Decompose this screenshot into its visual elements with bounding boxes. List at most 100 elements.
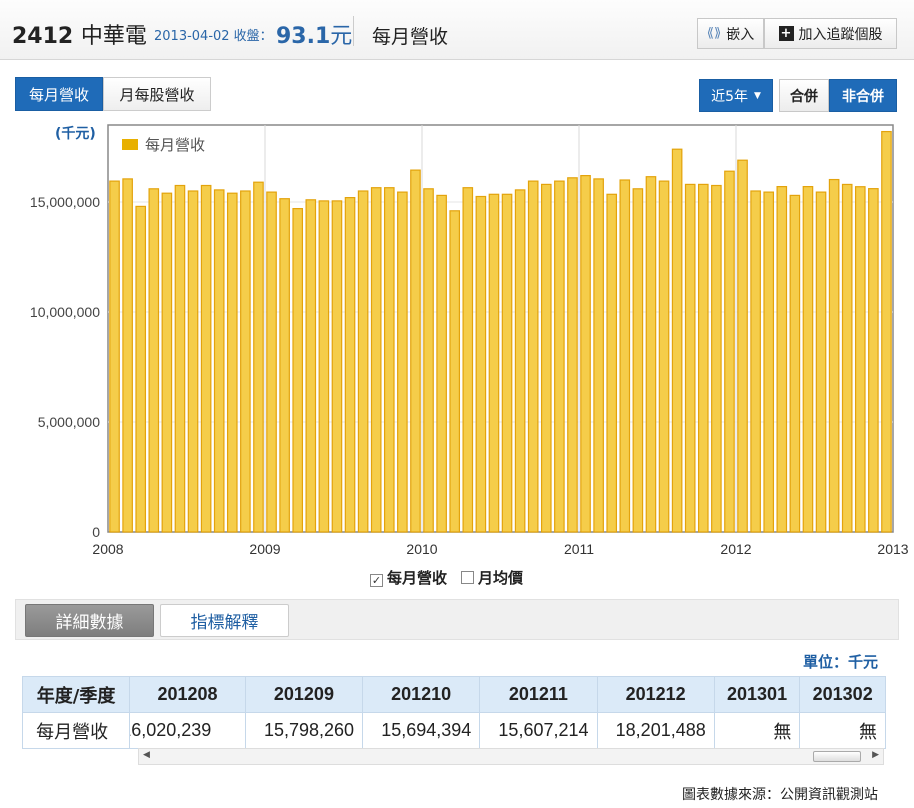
table-cell: 15,607,214: [479, 712, 598, 749]
range-dropdown[interactable]: 近5年 ▼: [699, 79, 773, 112]
revenue-bar: [383, 187, 395, 533]
add-to-watchlist-label: 加入追蹤個股: [798, 26, 883, 43]
column-header: 201208: [129, 676, 246, 713]
plot-area: [107, 124, 894, 533]
data-source-label: 圖表數據來源：公開資訊觀測站: [682, 787, 878, 803]
tab-indicator-explanation[interactable]: 指標解釋: [160, 604, 289, 637]
revenue-toggle[interactable]: ✓ 每月營收: [370, 567, 447, 588]
revenue-bar: [161, 192, 173, 533]
revenue-bar: [645, 176, 657, 533]
x-tick-label: 2008: [92, 541, 123, 557]
revenue-bar: [331, 200, 343, 533]
table-header-row: 年度/季度 201208 201209 201210 201211 201212…: [21, 676, 886, 713]
revenue-bar: [593, 178, 604, 533]
revenue-bar: [292, 207, 304, 533]
revenue-bar: [514, 189, 526, 533]
y-axis-label: (千元): [55, 125, 96, 142]
revenue-bar: [881, 130, 892, 533]
stock-name: 中華電: [80, 24, 147, 49]
table-cell: 無: [713, 712, 801, 749]
revenue-bar: [711, 184, 722, 533]
revenue-bar: [226, 192, 238, 533]
revenue-bar: [580, 174, 591, 533]
table-cell: 16,020,239: [129, 712, 246, 749]
unchecked-checkbox-icon: [461, 571, 475, 584]
revenue-bar: [841, 183, 853, 533]
revenue-bar: [240, 190, 251, 533]
revenue-bar: [684, 183, 696, 533]
revenue-bar: [449, 210, 461, 533]
page-header: 2412 中華電 2013-04-02 收盤： 93.1元 每月營收 ⟪⟫ 嵌入…: [0, 0, 914, 60]
tab-monthly-per-share[interactable]: 月每股營收: [103, 77, 211, 111]
column-header: 201209: [244, 676, 364, 713]
revenue-bar: [697, 183, 709, 533]
table-horizontal-scrollbar[interactable]: ◀ ▶: [138, 748, 884, 765]
revenue-toggle-label: 每月營收: [387, 569, 448, 587]
revenue-bar: [802, 185, 814, 533]
table-cell: 18,201,488: [596, 712, 715, 749]
revenue-bar: [475, 195, 487, 533]
y-tick-label: 5,000,000: [38, 414, 100, 430]
stock-code: 2412: [12, 24, 74, 49]
tab-detail-data[interactable]: 詳細數據: [25, 604, 154, 637]
scroll-left-arrow-icon[interactable]: ◀: [143, 750, 150, 760]
revenue-bar: [868, 188, 879, 533]
revenue-bar: [305, 199, 317, 533]
revenue-bar: [462, 187, 474, 533]
plus-icon: +: [778, 26, 794, 41]
column-header: 201211: [479, 676, 598, 713]
tab-monthly-revenue[interactable]: 每月營收: [15, 77, 103, 111]
revenue-bar: [763, 191, 775, 533]
revenue-bar: [397, 191, 408, 533]
column-header: 201301: [713, 676, 801, 713]
x-tick-label: 2013: [877, 541, 908, 557]
revenue-bar: [567, 177, 578, 533]
revenue-bar: [253, 181, 264, 533]
close-price: 93.1元: [276, 18, 352, 50]
avg-price-toggle[interactable]: 月均價: [461, 567, 523, 588]
revenue-bar: [619, 179, 631, 533]
revenue-bar: [135, 205, 147, 533]
x-tick-label: 2009: [249, 541, 280, 557]
revenue-bar: [540, 183, 552, 533]
revenue-bar: [109, 180, 120, 533]
revenue-bar: [148, 188, 160, 533]
unit-label: 單位：千元: [803, 653, 879, 671]
revenue-bar: [632, 188, 644, 533]
revenue-bar: [488, 193, 500, 533]
x-tick-label: 2012: [720, 541, 751, 557]
revenue-bar: [671, 148, 683, 533]
x-tick-label: 2010: [406, 541, 437, 557]
revenue-bar: [750, 190, 761, 533]
revenue-bar: [410, 169, 421, 533]
non-consolidated-button[interactable]: 非合併: [829, 79, 897, 112]
embed-button[interactable]: ⟪⟫ 嵌入: [697, 18, 764, 49]
consolidated-button[interactable]: 合併: [779, 79, 829, 112]
revenue-bar: [318, 200, 330, 533]
revenue-bar: [344, 196, 356, 533]
checked-checkbox-icon: ✓: [370, 574, 383, 587]
scroll-right-arrow-icon[interactable]: ▶: [872, 750, 879, 760]
revenue-bar: [174, 184, 186, 533]
range-label: 近5年: [711, 88, 748, 105]
column-header: 201302: [799, 676, 886, 713]
revenue-bar: [789, 194, 801, 533]
y-tick-label: 0: [92, 524, 100, 540]
close-price-unit: 元: [330, 24, 353, 49]
revenue-bar: [776, 185, 788, 533]
x-tick-label: 2011: [564, 541, 594, 557]
legend-swatch: [122, 139, 138, 150]
revenue-bar: [200, 184, 212, 533]
revenue-chart: 2008 2009 2010 2011 2012 2013 0 5,000,000 10,000…: [30, 124, 909, 557]
column-header: 201212: [596, 676, 715, 713]
revenue-bar: [815, 191, 827, 533]
revenue-bar: [423, 188, 434, 533]
column-header: 201210: [362, 676, 481, 713]
add-to-watchlist-button[interactable]: + 加入追蹤個股: [764, 18, 897, 49]
revenue-bar: [658, 180, 670, 533]
revenue-bar: [187, 190, 199, 533]
revenue-bar: [606, 193, 618, 533]
scrollbar-thumb[interactable]: [813, 751, 861, 762]
revenue-bar: [122, 178, 133, 533]
table-cell: 無: [799, 712, 886, 749]
